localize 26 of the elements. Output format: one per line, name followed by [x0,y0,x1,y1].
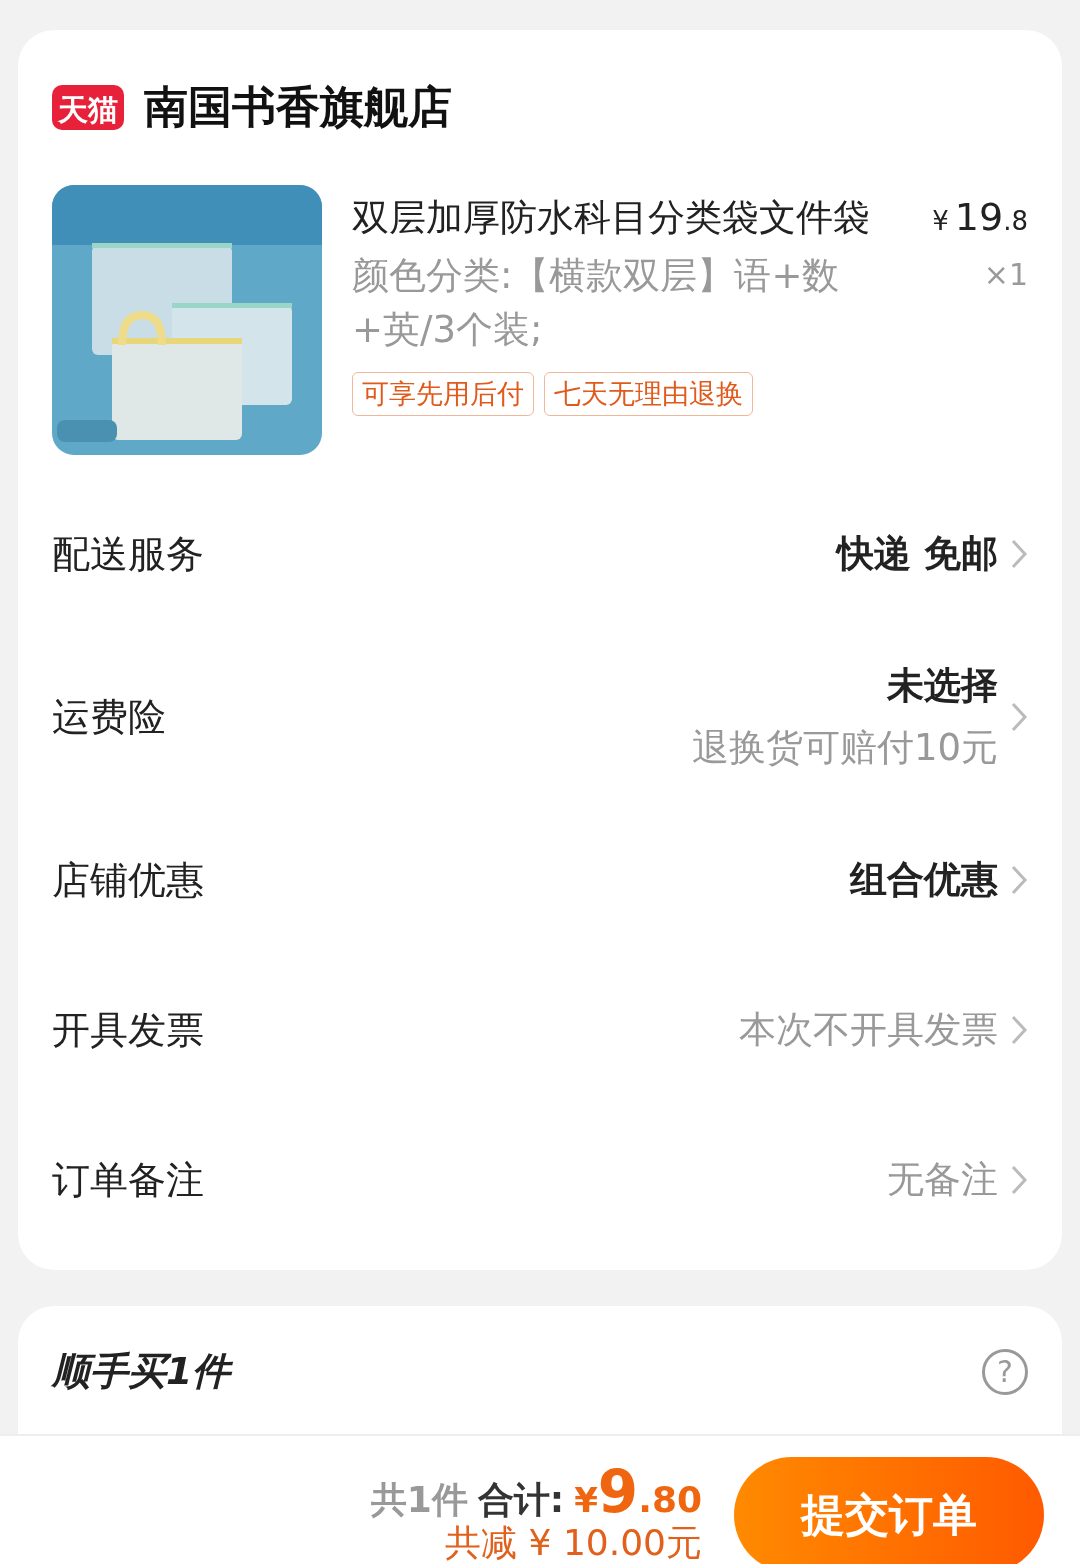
product-price: ¥19.8 [932,195,1028,239]
total-label: 合计: [477,1477,565,1521]
chevron-right-icon[interactable] [1010,701,1028,733]
store-logo: 天猫 [52,85,124,130]
chevron-right-icon[interactable] [1010,1014,1028,1046]
service-tag: 七天无理由退换 [544,372,753,417]
store-name[interactable]: 南国书香旗舰店 [144,78,452,137]
discount-total: 共减 ¥ 10.00元 [445,1521,702,1564]
row-label: 运费险 [52,693,166,741]
chevron-right-icon[interactable] [1010,538,1028,570]
quantity: ×1 [983,257,1028,294]
item-count: 共1件 [370,1477,468,1521]
service-tag: 可享先用后付 [352,372,534,417]
total-price: ¥9.80 [574,1465,702,1521]
row-label: 订单备注 [52,1156,204,1204]
product-title[interactable]: 双层加厚防水科目分类袋文件袋 [352,193,870,243]
section-title: 顺手买1件 [52,1348,231,1395]
row-hint: 退换货可赔付10元 [691,725,998,771]
row-value[interactable]: 快递 免邮 [837,529,998,579]
row-value[interactable]: 组合优惠 [850,855,998,905]
row-value[interactable]: 未选择 [887,661,998,711]
row-label: 店铺优惠 [52,856,204,904]
row-label: 配送服务 [52,530,204,578]
chevron-right-icon[interactable] [1010,864,1028,896]
chevron-right-icon[interactable] [1010,1164,1028,1196]
row-label: 开具发票 [52,1006,204,1054]
